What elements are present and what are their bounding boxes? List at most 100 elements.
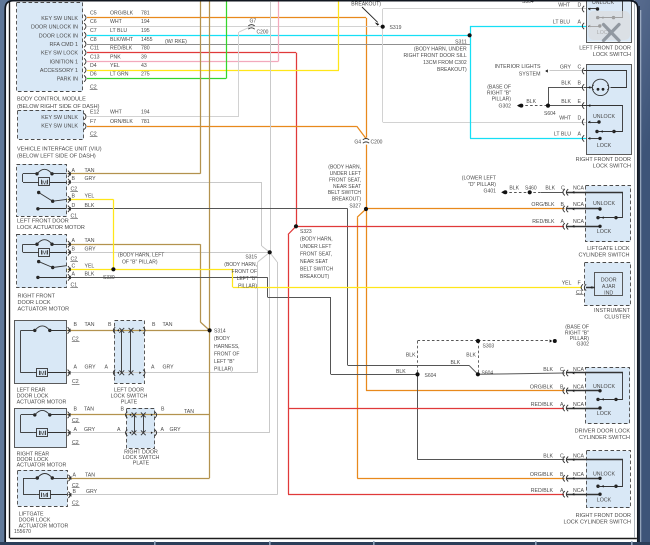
svg-text:275: 275 — [141, 71, 150, 77]
svg-text:TAN: TAN — [84, 406, 94, 412]
svg-text:DRIVER DOOR LOCK: DRIVER DOOR LOCK — [575, 429, 631, 435]
svg-text:RIGHT FRONT DOOR: RIGHT FRONT DOOR — [576, 513, 631, 519]
svg-text:(BODY HARN,: (BODY HARN, — [328, 165, 361, 171]
svg-text:DOOR: DOOR — [601, 277, 617, 283]
svg-text:C2: C2 — [72, 440, 79, 446]
svg-text:194: 194 — [141, 19, 150, 25]
svg-text:LOCK: LOCK — [597, 143, 612, 149]
svg-text:ORG/BLK: ORG/BLK — [110, 11, 134, 17]
svg-text:(BELOW LEFT SIDE OF DASH): (BELOW LEFT SIDE OF DASH) — [17, 154, 96, 160]
svg-text:NEAR SEAT: NEAR SEAT — [333, 184, 361, 190]
svg-text:B: B — [74, 322, 78, 328]
svg-text:RED/BLK: RED/BLK — [110, 45, 133, 51]
svg-text:WHT: WHT — [559, 115, 572, 121]
svg-text:781: 781 — [141, 11, 150, 17]
svg-text:LOCK: LOCK — [597, 229, 612, 235]
svg-text:C: C — [560, 367, 564, 373]
svg-text:TAN: TAN — [85, 168, 95, 174]
svg-text:GRY: GRY — [86, 489, 98, 495]
svg-text:RIGHT FRONT: RIGHT FRONT — [18, 293, 56, 299]
svg-text:(BODY HARN,: (BODY HARN, — [224, 262, 257, 268]
svg-text:S604: S604 — [482, 371, 494, 377]
svg-text:TAN: TAN — [163, 322, 173, 328]
svg-text:NCA: NCA — [573, 185, 584, 191]
svg-text:B: B — [72, 246, 76, 252]
svg-text:LT BLU: LT BLU — [554, 132, 571, 138]
svg-text:B: B — [74, 406, 78, 412]
svg-text:C13: C13 — [90, 54, 100, 60]
svg-text:C5: C5 — [90, 11, 97, 17]
svg-text:PNK: PNK — [110, 54, 121, 60]
svg-text:YEL: YEL — [562, 280, 572, 286]
svg-text:781: 781 — [141, 119, 150, 125]
svg-text:A: A — [161, 427, 165, 433]
svg-text:UNLOCK: UNLOCK — [593, 201, 616, 207]
svg-text:A: A — [560, 488, 564, 494]
svg-text:BELT SWITCH: BELT SWITCH — [300, 266, 334, 272]
svg-text:A: A — [105, 364, 109, 370]
svg-text:(LOWER LEFT: (LOWER LEFT — [462, 175, 496, 181]
svg-text:GRY: GRY — [85, 364, 97, 370]
svg-text:UNLOCK: UNLOCK — [593, 384, 616, 390]
svg-text:1455: 1455 — [141, 37, 153, 43]
svg-text:S323: S323 — [300, 229, 312, 235]
svg-text:S604: S604 — [425, 373, 437, 379]
svg-text:ORG/BLK: ORG/BLK — [531, 202, 555, 208]
svg-text:RED/BLK: RED/BLK — [532, 219, 555, 225]
svg-text:FRONT SEAT,: FRONT SEAT, — [329, 177, 361, 183]
svg-text:PLATE: PLATE — [133, 461, 150, 467]
svg-text:PLATE: PLATE — [121, 399, 138, 405]
svg-text:A: A — [560, 402, 564, 408]
svg-text:KEY SW UNLK: KEY SW UNLK — [41, 115, 78, 121]
svg-text:BLK: BLK — [543, 454, 553, 460]
svg-text:BELT SWITCH: BELT SWITCH — [328, 190, 362, 196]
svg-text:C8: C8 — [90, 37, 97, 43]
svg-text:BLK: BLK — [561, 81, 571, 87]
svg-text:DOOR LOCK: DOOR LOCK — [18, 300, 51, 306]
svg-text:780: 780 — [141, 45, 150, 51]
svg-text:A: A — [561, 219, 565, 225]
svg-text:RFA CMD 1: RFA CMD 1 — [50, 42, 78, 48]
svg-text:PARK IN: PARK IN — [57, 77, 78, 83]
svg-text:C11: C11 — [90, 45, 99, 51]
svg-text:KEY SW UNLK: KEY SW UNLK — [41, 16, 78, 22]
svg-text:NCA: NCA — [573, 367, 584, 373]
svg-text:C200: C200 — [371, 140, 383, 146]
svg-text:KEY SW UNLK: KEY SW UNLK — [41, 124, 78, 130]
svg-text:TAN: TAN — [85, 238, 95, 244]
svg-text:B: B — [73, 489, 77, 495]
svg-text:NCA: NCA — [573, 402, 584, 408]
svg-text:LT BLU: LT BLU — [553, 19, 570, 25]
svg-text:GRY: GRY — [85, 246, 97, 252]
svg-text:LT GRN: LT GRN — [110, 71, 129, 77]
svg-text:UNDER LEFT: UNDER LEFT — [300, 244, 331, 250]
svg-text:B: B — [560, 472, 564, 478]
svg-text:LOCK ACTUATOR MOTOR: LOCK ACTUATOR MOTOR — [17, 225, 85, 231]
svg-text:NCA: NCA — [573, 202, 584, 208]
svg-text:VEHICLE INTERFACE UNIT (VIU): VEHICLE INTERFACE UNIT (VIU) — [17, 146, 102, 152]
svg-text:CYLINDER SWITCH: CYLINDER SWITCH — [579, 435, 630, 441]
svg-text:D: D — [72, 203, 76, 209]
svg-text:DOOR UNLOCK IN: DOOR UNLOCK IN — [31, 24, 78, 30]
svg-text:C: C — [72, 263, 76, 269]
svg-text:FRONT OF: FRONT OF — [214, 351, 239, 357]
svg-text:M: M — [40, 431, 45, 437]
svg-text:GRY: GRY — [170, 427, 182, 433]
svg-text:S303: S303 — [483, 343, 495, 349]
svg-text:(BODY HARN, LEFT: (BODY HARN, LEFT — [118, 253, 164, 259]
svg-text:BLK: BLK — [543, 367, 553, 373]
svg-text:GRY: GRY — [560, 64, 572, 70]
svg-text:M: M — [42, 493, 47, 499]
svg-text:BREAKOUT): BREAKOUT) — [300, 274, 330, 280]
svg-text:LIFTGATE LOCK: LIFTGATE LOCK — [587, 246, 630, 252]
svg-text:S460: S460 — [525, 185, 537, 191]
svg-text:LEFT FRONT DOOR: LEFT FRONT DOOR — [17, 219, 69, 225]
svg-text:194: 194 — [141, 109, 150, 115]
svg-text:RED/BLK: RED/BLK — [531, 402, 554, 408]
svg-text:(BODY: (BODY — [214, 336, 231, 342]
svg-text:S330: S330 — [103, 275, 115, 281]
svg-text:F: F — [578, 280, 581, 286]
svg-text:F7: F7 — [90, 119, 96, 125]
svg-text:BLK: BLK — [406, 352, 416, 358]
svg-text:BODY CONTROL MODULE: BODY CONTROL MODULE — [17, 97, 86, 103]
